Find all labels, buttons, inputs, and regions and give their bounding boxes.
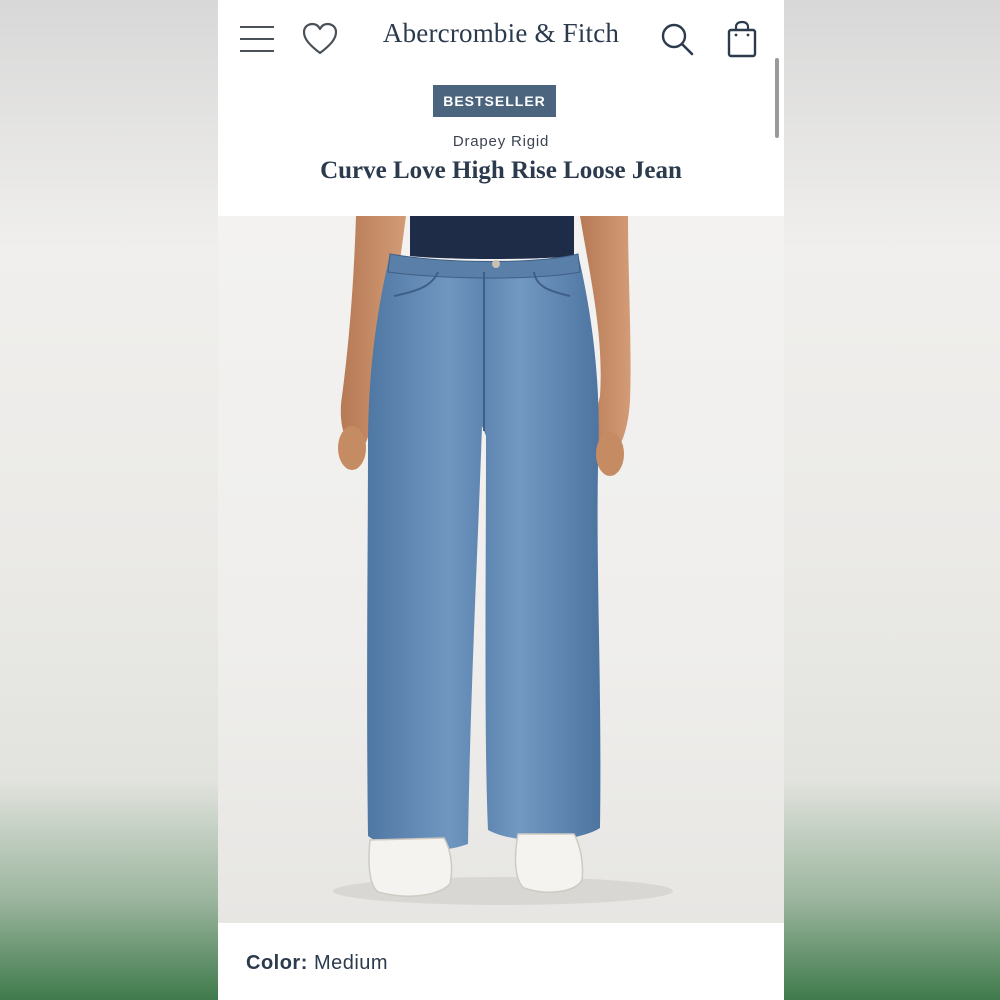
product-subtitle: Drapey Rigid [452, 133, 550, 150]
blurred-backdrop-left [0, 0, 218, 1000]
color-label: Color: [246, 952, 308, 974]
product-page: Abercrombie & Fitch BESTSELLER Drapey Ri… [218, 0, 784, 1000]
brand-logo[interactable]: Abercrombie & Fitch [218, 18, 784, 49]
top-navigation-bar: Abercrombie & Fitch [218, 0, 784, 78]
scrollbar[interactable] [775, 58, 779, 138]
bestseller-badge: BESTSELLER [433, 85, 556, 117]
color-value: Medium [313, 952, 389, 974]
blurred-backdrop-right [784, 0, 1000, 1000]
color-selector-label: Color: Medium [246, 952, 388, 975]
product-title: Curve Love High Rise Loose Jean [320, 157, 682, 184]
product-image[interactable] [218, 216, 784, 923]
shopping-bag-icon[interactable] [726, 20, 758, 58]
search-icon[interactable] [660, 22, 694, 56]
